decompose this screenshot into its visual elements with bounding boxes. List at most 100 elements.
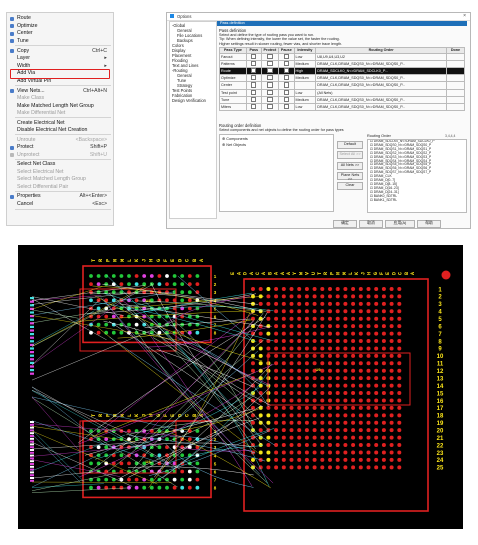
plane-nets-button[interactable]: Plane Nets >> <box>337 172 363 181</box>
checkbox[interactable] <box>251 90 257 95</box>
checkbox[interactable] <box>251 104 257 110</box>
bga-pad <box>289 309 294 314</box>
routing-order-cell[interactable]: DRAM_CLK,DRAM_SDQS0_N<>DRAM_SDQS0_P... <box>315 81 448 90</box>
menu-item[interactable]: Layer ▸ <box>7 55 113 62</box>
menu-item[interactable]: Make Class <box>7 95 113 102</box>
intensity-cell[interactable]: High <box>293 66 317 76</box>
pcb-column-letter: R <box>98 258 104 262</box>
bga-pad <box>312 391 317 396</box>
menu-item[interactable]: Route <box>7 15 113 22</box>
menu-item[interactable]: Select Matched Length Group <box>7 176 113 183</box>
table-row[interactable]: Center DRAM_CLK,DRAM_SDQS0_N<>DRAM_SDQS0_… <box>219 81 465 90</box>
table-row[interactable]: Optimize Medium DRAM_CLK,DRAM_SDQS0_N<>DRA… <box>219 74 465 83</box>
routing-order-cell[interactable]: (All Nets) <box>315 88 448 97</box>
checkbox[interactable] <box>251 82 257 88</box>
routing-order-cell[interactable]: DRAM_CLK,DRAM_SDQS0_N<>DRAM_SDQS0_P... <box>315 95 448 104</box>
table-row[interactable]: Fanout Low U8,U9,U4,U3,U2 <box>219 52 465 61</box>
menu-separator <box>15 134 111 135</box>
bga-pad <box>149 485 154 490</box>
menu-item[interactable]: Optimize <box>7 23 113 30</box>
checkbox[interactable] <box>267 61 273 66</box>
intensity-cell[interactable]: Low <box>293 88 317 97</box>
checkbox[interactable] <box>283 61 289 66</box>
routing-order-list[interactable]: ⊡ DRAM_SDCLK0_N<>DRAM_SDCLK0_P ⊡ DRAM_SDQ… <box>367 139 467 213</box>
all-nets-button[interactable]: All Nets >> <box>337 162 363 170</box>
pcb-row-number: 1 <box>438 287 442 293</box>
routing-order-item[interactable]: ⊡ BANK1_SDTRL <box>368 198 466 203</box>
table-row[interactable]: Test point Low (All Nets) <box>219 88 465 97</box>
checkbox[interactable] <box>267 82 273 88</box>
checkbox[interactable] <box>267 75 273 81</box>
list-item[interactable]: ⊕ Net Objects <box>220 142 333 147</box>
help-button[interactable]: 帮助 <box>417 220 441 228</box>
checkbox[interactable] <box>283 75 289 81</box>
table-header[interactable]: Pause <box>278 47 295 54</box>
ok-button[interactable]: 确定 <box>333 220 357 228</box>
instructions: Select and define the type of routing pa… <box>219 33 342 46</box>
checkbox[interactable] <box>267 68 273 74</box>
bga-pad <box>289 405 294 410</box>
checkbox[interactable] <box>251 75 257 81</box>
checkbox[interactable] <box>251 97 257 102</box>
intensity-cell[interactable]: Low <box>293 52 317 61</box>
menu-item[interactable]: Make Matched Length Net Group <box>7 103 113 110</box>
routing-order-cell[interactable]: DRAM_SDCLK0_N<>DRAM_SDCLK0_P... <box>315 66 448 76</box>
select-all-button[interactable]: Select All >> <box>337 151 363 159</box>
clear-button[interactable]: Clear <box>337 182 363 190</box>
checkbox[interactable] <box>267 54 273 59</box>
close-icon[interactable]: × <box>463 13 466 19</box>
cancel-button[interactable]: 取消 <box>359 220 383 228</box>
bga-pad <box>96 485 101 490</box>
menu-item[interactable]: Unprotect Shift+U <box>7 152 113 159</box>
table-row[interactable]: Miters Low DRAM_CLK,DRAM_SDQS0_N<>DRAM_SDQ… <box>219 102 465 112</box>
checkbox[interactable] <box>283 90 289 95</box>
menu-item[interactable]: Center <box>7 30 113 37</box>
apply-button[interactable]: 应用(A) <box>385 220 415 228</box>
checkbox-cell <box>260 66 280 76</box>
routing-order-cell[interactable]: DRAM_CLK,DRAM_SDQS0_N<>DRAM_SDQS0_P... <box>315 74 448 83</box>
checkbox[interactable] <box>283 54 289 59</box>
checkbox[interactable] <box>251 61 257 66</box>
menu-item[interactable]: Unroute <Backspace> <box>7 137 113 144</box>
table-header[interactable]: Protect <box>260 47 280 54</box>
menu-item[interactable]: Tune <box>7 38 113 45</box>
pcb-canvas[interactable]: ABCDEFGHJKLMNPRTUVWYAAABACADAE1234567891… <box>18 245 463 529</box>
tree-item[interactable]: Design Verification <box>172 98 206 103</box>
checkbox[interactable] <box>283 104 289 110</box>
checkbox[interactable] <box>251 54 257 59</box>
checkbox[interactable] <box>283 82 289 88</box>
checkbox[interactable] <box>251 68 257 74</box>
menu-item[interactable]: Protect Shift+P <box>7 144 113 151</box>
routing-order-cell[interactable]: DRAM_CLK,DRAM_SDQS0_N<>DRAM_SDQS0_P... <box>315 59 448 68</box>
intensity-cell[interactable]: Medium <box>293 74 317 83</box>
routing-order-cell[interactable]: DRAM_CLK,DRAM_SDQS0_N<>DRAM_SDQS0_P... <box>315 102 448 112</box>
checkbox[interactable] <box>267 97 273 102</box>
object-list[interactable]: ⊕ Components ⊕ Net Objects <box>219 134 334 212</box>
bga-pad <box>89 282 93 286</box>
checkbox[interactable] <box>283 68 289 74</box>
intensity-cell[interactable]: Medium <box>293 95 317 104</box>
intensity-cell[interactable] <box>293 81 317 90</box>
routing-order-cell[interactable]: U8,U9,U4,U3,U2 <box>315 52 448 61</box>
table-row[interactable]: Patterns Medium DRAM_CLK,DRAM_SDQS0_N<>DRA… <box>219 59 465 68</box>
table-row[interactable]: Tune Medium DRAM_CLK,DRAM_SDQS0_N<>DRAM_SD… <box>219 95 465 104</box>
pcb-design-view[interactable]: ABCDEFGHJKLMNPRTUVWYAAABACADAE1234567891… <box>18 245 463 529</box>
bga-pad <box>96 322 101 327</box>
list-item[interactable]: ⊕ Components <box>220 135 333 142</box>
menu-separator <box>15 45 111 46</box>
intensity-cell[interactable]: Medium <box>293 59 317 68</box>
menu-item[interactable]: Properties Alt+<Enter> <box>7 193 113 200</box>
menu-item[interactable]: Copy Ctrl+C <box>7 48 113 55</box>
menu-item[interactable]: View Nets... Ctrl+Alt+N <box>7 88 113 95</box>
menu-item[interactable]: Select Net Class <box>7 161 113 168</box>
menu-item[interactable]: Select Differential Pair <box>7 184 113 191</box>
default-button[interactable]: Default <box>337 141 363 149</box>
checkbox[interactable] <box>267 90 273 95</box>
menu-item[interactable]: Create Electrical Net <box>7 120 113 127</box>
intensity-cell[interactable]: Low <box>293 102 317 112</box>
checkbox[interactable] <box>267 104 273 110</box>
menu-item[interactable]: Select Electrical Net <box>7 169 113 176</box>
menu-item[interactable]: Cancel <Esc> <box>7 201 113 208</box>
checkbox[interactable] <box>283 97 289 102</box>
table-row[interactable]: Route High DRAM_SDCLK0_N<>DRAM_SDCLK0_P... <box>219 66 465 76</box>
